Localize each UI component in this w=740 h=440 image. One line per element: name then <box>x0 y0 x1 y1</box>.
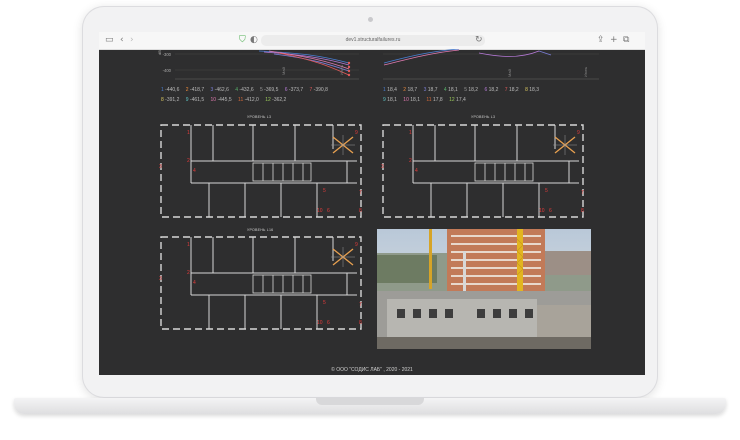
sensor-label[interactable]: 1 <box>187 130 190 136</box>
reload-icon[interactable]: ↻ <box>475 35 483 45</box>
sensor-label[interactable]: 2 <box>187 270 190 276</box>
sensor-label[interactable]: 8 <box>359 320 362 326</box>
sensor-label[interactable]: 10 <box>317 208 323 214</box>
photo-svg <box>377 229 591 349</box>
floor-plan-2[interactable] <box>382 124 584 218</box>
sensor-label[interactable]: 6 <box>549 208 552 214</box>
sensor-label[interactable]: 3 <box>381 164 384 170</box>
sensor-label[interactable]: 4 <box>193 280 196 286</box>
camera <box>368 17 373 22</box>
sidebar-icon[interactable]: ▭ <box>105 35 114 45</box>
url-text[interactable]: dev1.structuralfailures.ru <box>261 35 485 46</box>
sensor-label[interactable]: 4 <box>193 168 196 174</box>
back-icon[interactable]: ‹ <box>120 35 124 45</box>
address-bar[interactable]: dev1.structuralfailures.ru ↻ <box>261 35 485 46</box>
laptop-notch <box>316 398 424 405</box>
sensor-label[interactable]: 1 <box>187 242 190 248</box>
sensor-label[interactable]: 6 <box>327 208 330 214</box>
sensor-label[interactable]: 5 <box>545 188 548 194</box>
sensor-label[interactable]: 3 <box>159 164 162 170</box>
floor-plan-3[interactable] <box>160 236 362 330</box>
sensor-label[interactable]: 8 <box>359 208 362 214</box>
screen: ▭ ‹ › ⛉ ◐ dev1.structuralfailures.ru ↻ ⇪… <box>99 32 645 375</box>
browser-toolbar: ▭ ‹ › ⛉ ◐ dev1.structuralfailures.ru ↻ ⇪… <box>99 32 645 50</box>
sensor-label[interactable]: 9 <box>355 242 358 248</box>
sensor-label[interactable]: 9 <box>577 130 580 136</box>
sensor-label[interactable]: 1 <box>409 130 412 136</box>
tabs-icon[interactable]: ⧉ <box>623 35 629 45</box>
sensor-label[interactable]: 10 <box>317 320 323 326</box>
sensor-label[interactable]: 3 <box>159 276 162 282</box>
reader-icon[interactable]: ◐ <box>250 35 258 45</box>
sensor-label[interactable]: 7 <box>359 190 362 196</box>
sensor-label[interactable]: 9 <box>355 130 358 136</box>
sensor-label[interactable]: 2 <box>409 158 412 164</box>
sensor-label[interactable]: 2 <box>187 158 190 164</box>
footer-copyright: © ООО "СОДИС ЛАБ" , 2020 - 2021 <box>331 367 413 373</box>
forward-icon[interactable]: › <box>130 35 134 45</box>
sensor-label[interactable]: 5 <box>323 300 326 306</box>
share-icon[interactable]: ⇪ <box>597 35 605 45</box>
sensor-label[interactable]: 5 <box>323 188 326 194</box>
page-content: -300 -400 dB Май Июнь Май Июнь 1 -440,6 … <box>99 49 645 375</box>
sensor-label[interactable]: 4 <box>415 168 418 174</box>
sensor-label[interactable]: 10 <box>539 208 545 214</box>
shield-icon[interactable]: ⛉ <box>239 35 246 45</box>
sensor-label[interactable]: 8 <box>581 208 584 214</box>
new-tab-icon[interactable]: + <box>610 35 618 45</box>
sensor-label[interactable]: 7 <box>581 190 584 196</box>
sensor-label[interactable]: 7 <box>359 302 362 308</box>
sensor-label[interactable]: 6 <box>327 320 330 326</box>
construction-photo <box>377 229 591 349</box>
floor-plan-1[interactable] <box>160 124 362 218</box>
